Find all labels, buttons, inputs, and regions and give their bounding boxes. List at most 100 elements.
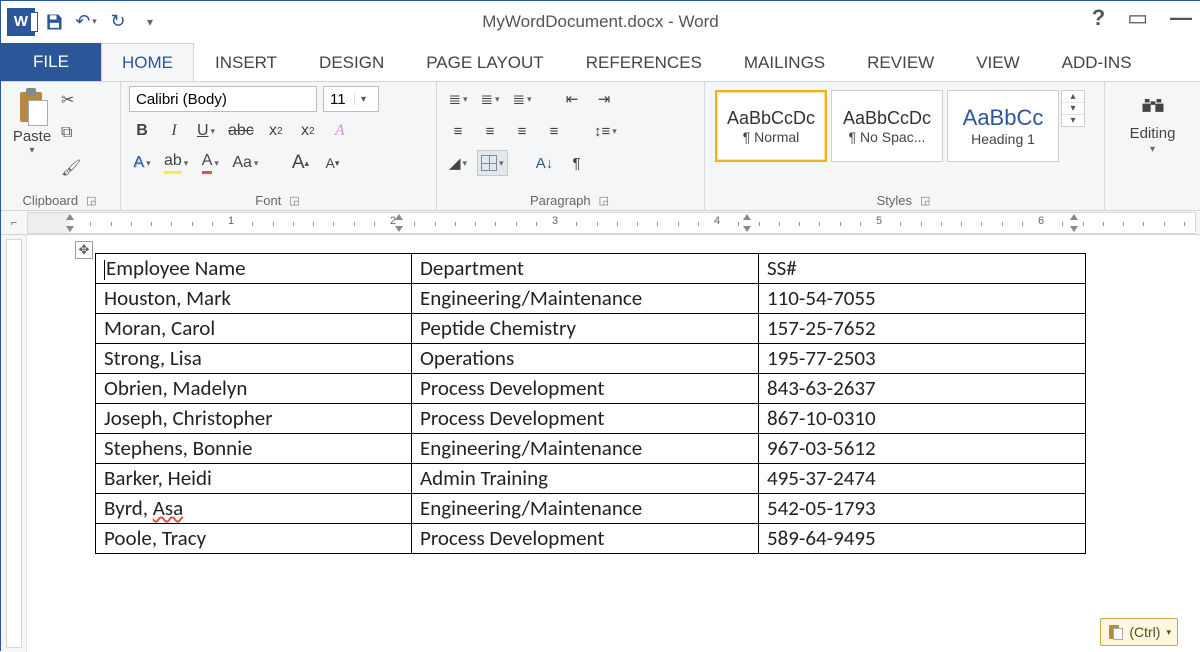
strikethrough-button[interactable]: abc: [225, 118, 257, 144]
styles-scroll[interactable]: ▴ ▾ ▾: [1061, 90, 1085, 127]
justify-button[interactable]: ≡: [541, 118, 567, 144]
tab-insert[interactable]: INSERT: [194, 43, 298, 81]
table-cell[interactable]: 967-03-5612: [759, 434, 1086, 464]
table-cell[interactable]: Process Development: [412, 374, 759, 404]
highlight-button[interactable]: ab▾: [161, 150, 191, 176]
employee-table[interactable]: Employee NameDepartmentSS#Houston, MarkE…: [95, 253, 1086, 554]
table-row[interactable]: Barker, HeidiAdmin Training495-37-2474: [96, 464, 1086, 494]
table-row[interactable]: Stephens, BonnieEngineering/Maintenance9…: [96, 434, 1086, 464]
tab-home[interactable]: HOME: [101, 43, 194, 81]
scroll-down-icon[interactable]: ▾: [1062, 103, 1084, 115]
table-header-row[interactable]: Employee NameDepartmentSS#: [96, 254, 1086, 284]
table-cell[interactable]: 867-10-0310: [759, 404, 1086, 434]
styles-launcher[interactable]: ◲: [918, 194, 932, 207]
font-name-combo[interactable]: ▾: [129, 86, 317, 112]
tab-page-layout[interactable]: PAGE LAYOUT: [405, 43, 564, 81]
table-cell[interactable]: Byrd, Asa: [96, 494, 412, 524]
line-spacing-button[interactable]: ↕≡▾: [591, 118, 620, 144]
save-button[interactable]: [41, 9, 67, 35]
font-name-input[interactable]: [130, 87, 341, 111]
paste-button[interactable]: Paste ▾: [9, 86, 55, 156]
shading-button[interactable]: ◢▾: [445, 150, 471, 176]
table-header-cell[interactable]: SS#: [759, 254, 1086, 284]
change-case-button[interactable]: Aa▾: [229, 150, 261, 176]
table-cell[interactable]: Strong, Lisa: [96, 344, 412, 374]
styles-more-icon[interactable]: ▾: [1062, 115, 1084, 126]
font-size-combo[interactable]: ▾: [323, 86, 379, 112]
table-cell[interactable]: Stephens, Bonnie: [96, 434, 412, 464]
vertical-ruler[interactable]: [1, 235, 27, 652]
table-row[interactable]: Moran, CarolPeptide Chemistry157-25-7652: [96, 314, 1086, 344]
help-button[interactable]: ?: [1092, 7, 1105, 29]
table-cell[interactable]: Peptide Chemistry: [412, 314, 759, 344]
table-cell[interactable]: Barker, Heidi: [96, 464, 412, 494]
table-row[interactable]: Byrd, AsaEngineering/Maintenance542-05-1…: [96, 494, 1086, 524]
paragraph-launcher[interactable]: ◲: [597, 194, 611, 207]
align-right-button[interactable]: ≡: [509, 118, 535, 144]
bullets-button[interactable]: ≣▾: [445, 86, 471, 112]
ribbon-display-button[interactable]: ▭: [1127, 7, 1148, 29]
table-cell[interactable]: 542-05-1793: [759, 494, 1086, 524]
style--normal[interactable]: AaBbCcDc¶ Normal: [715, 90, 827, 162]
qat-customize-button[interactable]: ▾: [137, 9, 163, 35]
text-effects-button[interactable]: A▾: [129, 150, 155, 176]
table-row[interactable]: Houston, MarkEngineering/Maintenance110-…: [96, 284, 1086, 314]
font-size-input[interactable]: [324, 87, 354, 111]
table-row[interactable]: Obrien, MadelynProcess Development843-63…: [96, 374, 1086, 404]
bold-button[interactable]: B: [129, 118, 155, 144]
tab-add-ins[interactable]: ADD-INS: [1041, 43, 1153, 81]
table-cell[interactable]: Engineering/Maintenance: [412, 494, 759, 524]
multilevel-button[interactable]: ≣▾: [509, 86, 535, 112]
table-cell[interactable]: 843-63-2637: [759, 374, 1086, 404]
tab-mailings[interactable]: MAILINGS: [723, 43, 846, 81]
subscript-button[interactable]: x2: [263, 118, 289, 144]
table-cell[interactable]: Engineering/Maintenance: [412, 434, 759, 464]
cut-button[interactable]: ✂: [61, 90, 83, 112]
format-painter-button[interactable]: 🖌: [61, 158, 83, 180]
horizontal-ruler[interactable]: 1234567: [27, 212, 1196, 234]
document-page[interactable]: ✥ Employee NameDepartmentSS#Houston, Mar…: [27, 235, 1200, 652]
table-cell[interactable]: Houston, Mark: [96, 284, 412, 314]
redo-button[interactable]: ↻: [105, 9, 131, 35]
font-launcher[interactable]: ◲: [287, 194, 301, 207]
table-row[interactable]: Strong, LisaOperations195-77-2503: [96, 344, 1086, 374]
decrease-indent-button[interactable]: ⇤: [559, 86, 585, 112]
copy-button[interactable]: ⧉: [61, 124, 83, 146]
tab-file[interactable]: FILE: [1, 43, 101, 81]
table-header-cell[interactable]: Employee Name: [96, 254, 412, 284]
clear-formatting-button[interactable]: A: [327, 118, 353, 144]
table-move-handle[interactable]: ✥: [75, 241, 93, 259]
table-cell[interactable]: Process Development: [412, 524, 759, 554]
minimize-button[interactable]: —: [1170, 7, 1192, 29]
style-heading-1[interactable]: AaBbCcHeading 1: [947, 90, 1059, 162]
grow-font-button[interactable]: A▴: [287, 150, 313, 176]
show-marks-button[interactable]: ¶: [564, 150, 590, 176]
borders-button[interactable]: ▾: [477, 150, 508, 176]
find-button[interactable]: [1139, 92, 1167, 123]
table-cell[interactable]: 195-77-2503: [759, 344, 1086, 374]
table-cell[interactable]: 495-37-2474: [759, 464, 1086, 494]
tab-view[interactable]: VIEW: [955, 43, 1040, 81]
undo-button[interactable]: ↶▾: [73, 9, 99, 35]
paste-options-button[interactable]: (Ctrl) ▾: [1100, 618, 1178, 646]
table-cell[interactable]: Obrien, Madelyn: [96, 374, 412, 404]
table-cell[interactable]: Operations: [412, 344, 759, 374]
table-cell[interactable]: Admin Training: [412, 464, 759, 494]
table-cell[interactable]: Joseph, Christopher: [96, 404, 412, 434]
table-row[interactable]: Joseph, ChristopherProcess Development86…: [96, 404, 1086, 434]
scroll-up-icon[interactable]: ▴: [1062, 91, 1084, 103]
tab-references[interactable]: REFERENCES: [565, 43, 723, 81]
superscript-button[interactable]: x2: [295, 118, 321, 144]
font-color-button[interactable]: A▾: [197, 150, 223, 176]
tab-design[interactable]: DESIGN: [298, 43, 405, 81]
align-center-button[interactable]: ≡: [477, 118, 503, 144]
table-cell[interactable]: Engineering/Maintenance: [412, 284, 759, 314]
table-header-cell[interactable]: Department: [412, 254, 759, 284]
increase-indent-button[interactable]: ⇥: [591, 86, 617, 112]
sort-button[interactable]: A↓: [532, 150, 558, 176]
table-cell[interactable]: 110-54-7055: [759, 284, 1086, 314]
italic-button[interactable]: I: [161, 118, 187, 144]
table-cell[interactable]: Poole, Tracy: [96, 524, 412, 554]
align-left-button[interactable]: ≡: [445, 118, 471, 144]
table-cell[interactable]: 157-25-7652: [759, 314, 1086, 344]
